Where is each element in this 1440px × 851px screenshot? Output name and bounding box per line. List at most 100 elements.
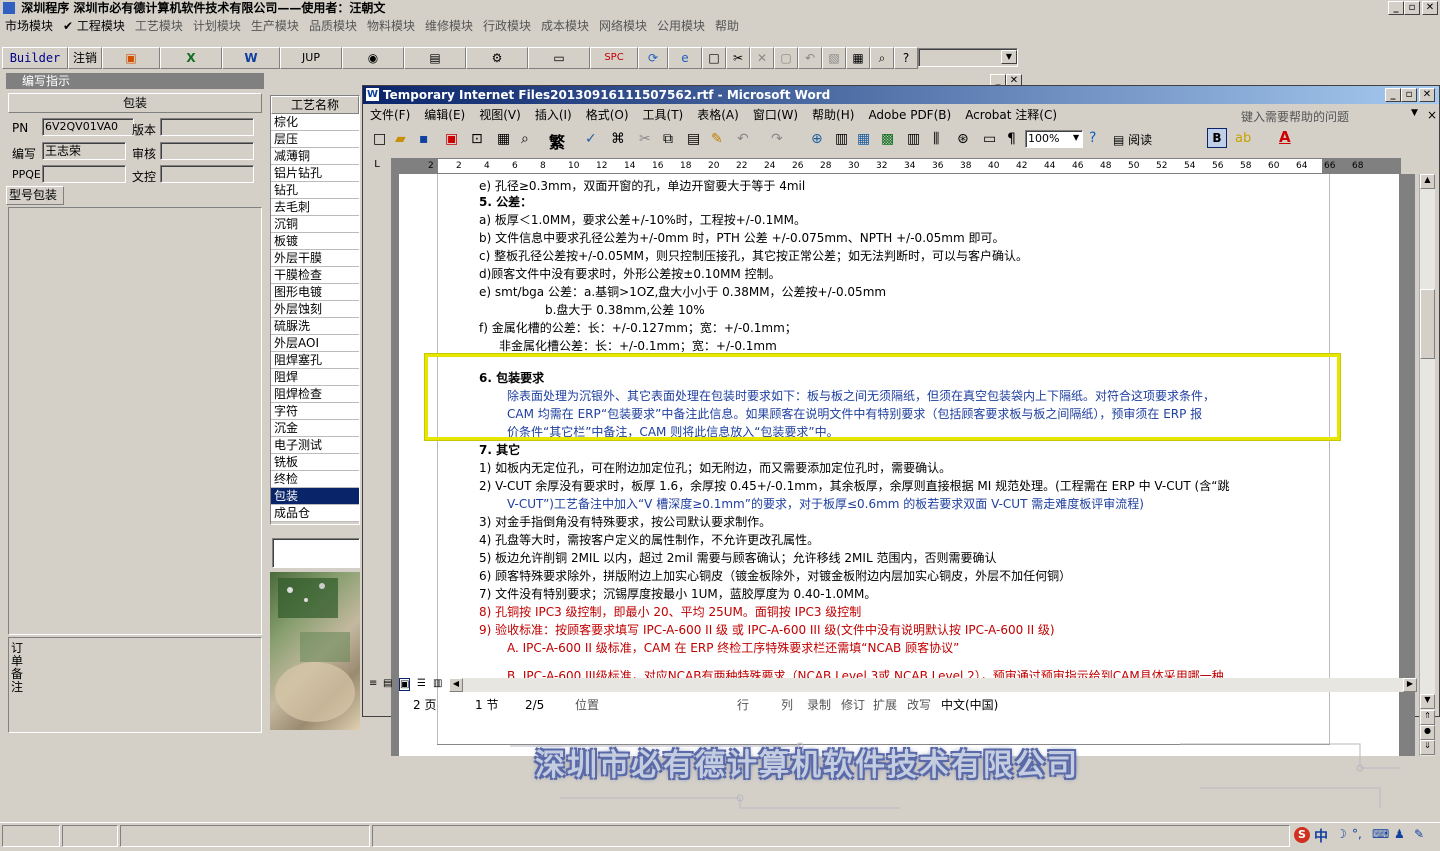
- menu-item-4[interactable]: 生产模块: [246, 17, 304, 36]
- menu-item-11[interactable]: 公用模块: [652, 17, 710, 36]
- process-item[interactable]: 包装: [271, 488, 359, 505]
- process-item[interactable]: 硫脲洗: [271, 318, 359, 335]
- process-item[interactable]: 成品仓: [271, 505, 359, 522]
- format-painter-icon[interactable]: ✎: [711, 131, 723, 147]
- highlight-icon[interactable]: ab: [1235, 131, 1251, 146]
- word-help-icon[interactable]: ?: [1089, 130, 1096, 146]
- close-doc-icon[interactable]: ×: [1427, 108, 1437, 122]
- status-rec[interactable]: 录制: [807, 694, 831, 716]
- logout-button[interactable]: 注销: [68, 47, 102, 69]
- process-item[interactable]: 电子测试: [271, 437, 359, 454]
- process-item[interactable]: 减薄铜: [271, 148, 359, 165]
- menu-item-8[interactable]: 行政模块: [478, 17, 536, 36]
- word-menu-item-4[interactable]: 格式(O): [579, 105, 636, 125]
- delete-icon[interactable]: ✕: [750, 47, 774, 69]
- select-browse-icon[interactable]: ●: [1420, 725, 1435, 740]
- eye-icon[interactable]: ◉: [342, 47, 404, 69]
- reading-view-icon[interactable]: ▥: [433, 678, 442, 689]
- menu-item-12[interactable]: 帮助: [710, 17, 744, 36]
- word-menu-item-5[interactable]: 工具(T): [636, 105, 691, 125]
- print-view-icon[interactable]: ▣: [399, 678, 411, 691]
- word-menu-item-0[interactable]: 文件(F): [363, 105, 417, 125]
- zoom-chevron-icon[interactable]: ▼: [1073, 133, 1079, 142]
- refresh-icon[interactable]: ⟳: [638, 47, 668, 69]
- process-item[interactable]: 外层蚀刻: [271, 301, 359, 318]
- punctuation-icon[interactable]: °,: [1352, 827, 1362, 841]
- research-icon[interactable]: ⌘: [611, 131, 625, 147]
- read-button[interactable]: ▤ 阅读: [1113, 131, 1152, 148]
- outline-view-icon[interactable]: ☰: [417, 678, 426, 689]
- tools-icon[interactable]: ✎: [1414, 827, 1424, 841]
- word-menu-item-1[interactable]: 编辑(E): [417, 105, 472, 125]
- new-doc-icon[interactable]: □: [702, 47, 726, 69]
- pdf-icon[interactable]: ▣: [445, 131, 458, 147]
- settings-icon[interactable]: ⚙: [466, 47, 528, 69]
- toolbar-combo[interactable]: ▼: [918, 48, 1018, 67]
- process-item[interactable]: 钻孔: [271, 182, 359, 199]
- word-menu-item-6[interactable]: 表格(A): [690, 105, 746, 125]
- show-hide-icon[interactable]: ¶: [1007, 131, 1016, 147]
- normal-view-icon[interactable]: ≡: [369, 678, 377, 689]
- excel-icon[interactable]: X: [160, 47, 222, 69]
- word-menu-item-10[interactable]: Acrobat 注释(C): [958, 105, 1064, 125]
- process-item[interactable]: 去毛刺: [271, 199, 359, 216]
- web-view-icon[interactable]: ▤: [383, 678, 392, 689]
- save-icon[interactable]: ▢: [774, 47, 798, 69]
- scroll-right-icon[interactable]: ▶: [1403, 678, 1417, 692]
- word-close-button[interactable]: ✕: [1419, 88, 1435, 102]
- database-icon[interactable]: ▤: [404, 47, 466, 69]
- h-scroll-track[interactable]: [463, 678, 1403, 692]
- jup-button[interactable]: JUP: [280, 47, 342, 69]
- menu-item-6[interactable]: 物料模块: [362, 17, 420, 36]
- open-icon[interactable]: ▰: [395, 131, 406, 147]
- word-menu-item-9[interactable]: Adobe PDF(B): [861, 105, 958, 125]
- word-menu-item-2[interactable]: 视图(V): [472, 105, 528, 125]
- process-item[interactable]: 阻焊检查: [271, 386, 359, 403]
- next-page-icon[interactable]: ⇓: [1420, 740, 1435, 755]
- review-field[interactable]: [160, 142, 254, 160]
- process-item[interactable]: 干膜检查: [271, 267, 359, 284]
- word-restore-button[interactable]: ▫: [1401, 88, 1417, 102]
- process-item[interactable]: 外层AOI: [271, 335, 359, 352]
- spc-button[interactable]: SPC: [590, 47, 638, 69]
- status-trk[interactable]: 修订: [841, 694, 865, 716]
- powerpoint-icon[interactable]: ▣: [102, 47, 160, 69]
- print-icon[interactable]: ▦: [846, 47, 870, 69]
- save-doc-icon[interactable]: ▪: [419, 131, 429, 147]
- permission-icon[interactable]: ⊡: [471, 131, 483, 147]
- cut-doc-icon[interactable]: ✂: [639, 131, 651, 147]
- ie-icon[interactable]: e: [668, 47, 702, 69]
- print-doc-icon[interactable]: ▦: [497, 131, 510, 147]
- cut-icon[interactable]: ✂: [726, 47, 750, 69]
- word-menu-item-7[interactable]: 窗口(W): [746, 105, 805, 125]
- help-dropdown-icon[interactable]: ▼: [1411, 108, 1418, 118]
- menu-item-2[interactable]: 工艺模块: [130, 17, 188, 36]
- menu-item-1[interactable]: ✔ 工程模块: [58, 17, 130, 36]
- process-item[interactable]: 铝片钻孔: [271, 165, 359, 182]
- undo-doc-icon[interactable]: ↶: [737, 131, 749, 147]
- sogou-ime-icon[interactable]: S: [1294, 827, 1310, 843]
- version-field[interactable]: [160, 118, 254, 136]
- tab-model-package[interactable]: 型号包装: [6, 186, 64, 205]
- process-item[interactable]: 字符: [271, 403, 359, 420]
- help-search-input[interactable]: 键入需要帮助的问题: [1241, 108, 1349, 125]
- undo-icon[interactable]: ↶: [798, 47, 822, 69]
- menu-item-0[interactable]: 市场模块: [0, 17, 58, 36]
- process-item[interactable]: 阻焊: [271, 369, 359, 386]
- process-item[interactable]: 层压: [271, 131, 359, 148]
- ppqe-field[interactable]: [42, 165, 126, 183]
- doc-control-field[interactable]: [160, 165, 254, 183]
- close-button[interactable]: ✕: [1422, 1, 1438, 15]
- process-item[interactable]: 终检: [271, 471, 359, 488]
- doc-map-icon[interactable]: ▭: [983, 131, 996, 147]
- tab-selector[interactable]: L: [369, 159, 385, 173]
- insert-excel-icon[interactable]: ▩: [881, 131, 894, 147]
- word-icon[interactable]: W: [222, 47, 280, 69]
- word-menu-item-8[interactable]: 帮助(H): [805, 105, 861, 125]
- drawing-icon[interactable]: ⊛: [957, 131, 969, 147]
- builder-button[interactable]: Builder: [2, 47, 68, 69]
- traditional-chinese-button[interactable]: 繁: [549, 129, 565, 153]
- menu-item-10[interactable]: 网络模块: [594, 17, 652, 36]
- menu-item-5[interactable]: 品质模块: [304, 17, 362, 36]
- scroll-left-icon[interactable]: ◀: [449, 678, 463, 692]
